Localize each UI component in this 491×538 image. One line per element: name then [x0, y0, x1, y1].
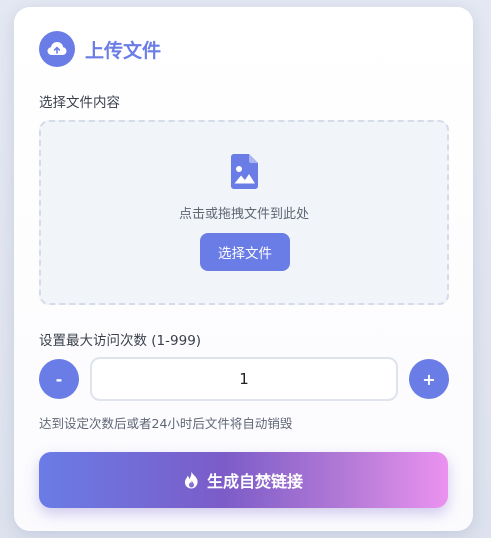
visit-count-input[interactable]: 1	[90, 357, 398, 401]
auto-destroy-note: 达到设定次数后或者24小时后文件将自动销毁	[39, 416, 293, 431]
max-visits-label: 设置最大访问次数 (1-999)	[39, 333, 202, 349]
cloud-upload-icon	[39, 31, 75, 67]
increment-button[interactable]: +	[409, 359, 449, 399]
choose-file-button[interactable]: 选择文件	[200, 233, 290, 271]
decrement-button[interactable]: -	[39, 359, 79, 399]
file-drop-zone[interactable]: 点击或拖拽文件到此处 选择文件	[39, 120, 449, 305]
generate-link-button[interactable]: 生成自焚链接	[39, 452, 448, 508]
upload-card: 上传文件 选择文件内容 点击或拖拽文件到此处 选择文件 设置最大访问次数 (1-…	[14, 7, 473, 531]
generate-link-label: 生成自焚链接	[206, 472, 303, 491]
file-content-label: 选择文件内容	[39, 95, 120, 111]
file-image-icon	[231, 154, 258, 193]
drop-hint: 点击或拖拽文件到此处	[178, 207, 309, 222]
fire-icon	[184, 471, 199, 489]
page-title: 上传文件	[85, 39, 162, 62]
card-header: 上传文件	[39, 31, 161, 67]
